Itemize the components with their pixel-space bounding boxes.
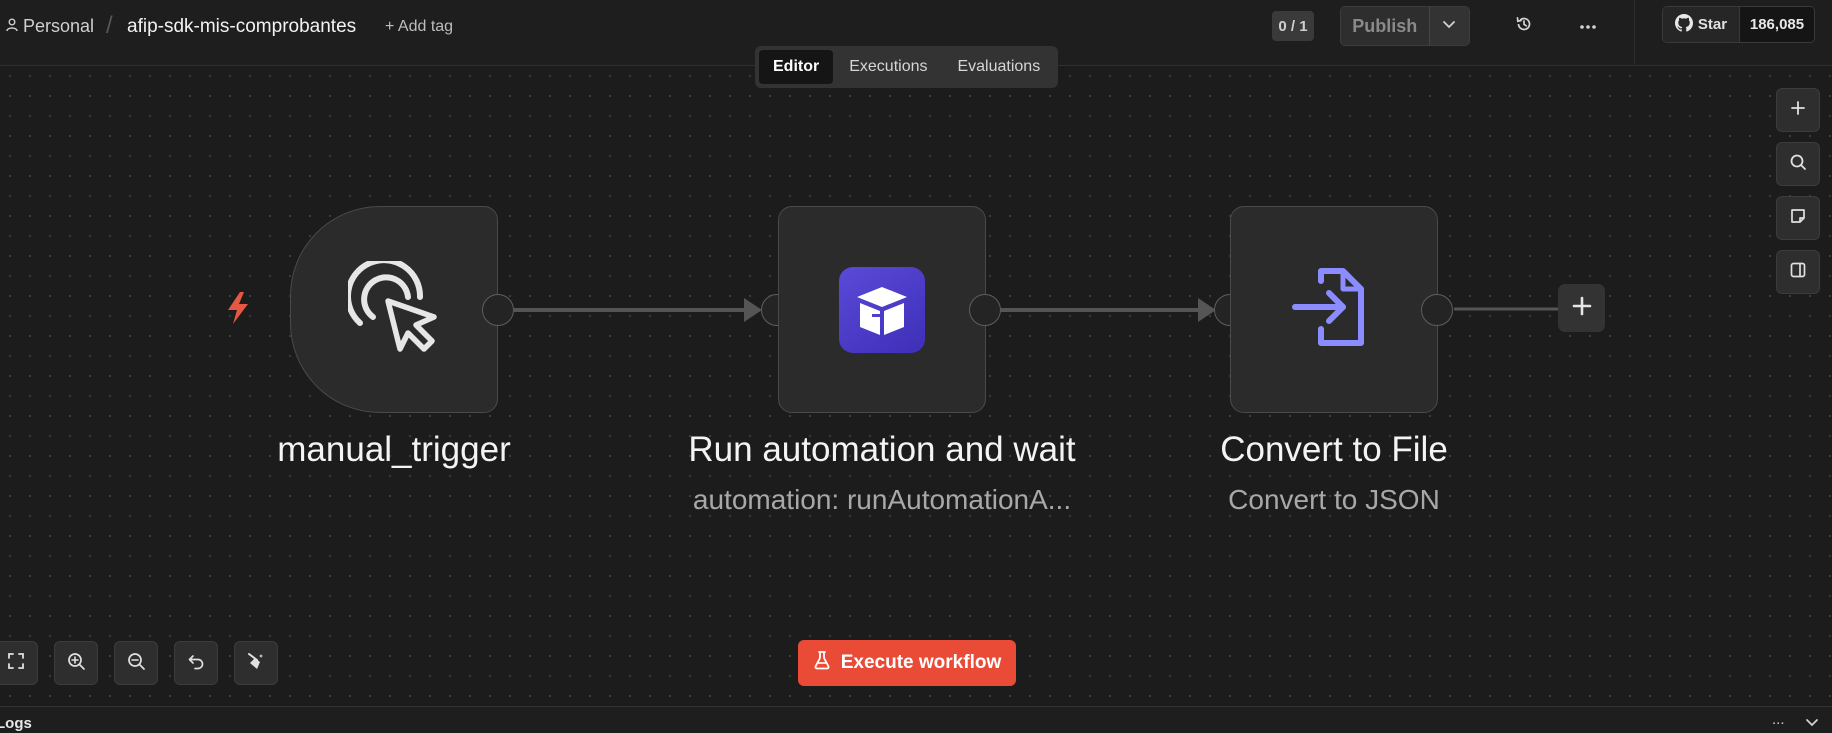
reset-zoom-button[interactable] (174, 641, 218, 685)
tab-executions[interactable]: Executions (835, 50, 941, 84)
github-star-widget[interactable]: Star 186,085 (1662, 6, 1815, 43)
broom-icon (246, 651, 266, 676)
tab-editor[interactable]: Editor (759, 50, 834, 84)
more-horizontal-icon (1579, 17, 1597, 35)
logs-label: Logs (0, 715, 32, 732)
file-export-icon (1291, 267, 1377, 352)
add-tag-button[interactable]: + Add tag (385, 18, 453, 36)
undo-icon (187, 652, 205, 675)
search-button[interactable] (1776, 142, 1820, 186)
maximize-icon (7, 652, 25, 675)
execute-workflow-label: Execute workflow (840, 652, 1002, 673)
node-subtitle-run-automation: automation: runAutomationA... (692, 484, 1072, 515)
node-title-manual-trigger: manual_trigger (277, 430, 511, 469)
pending-changes-counter: 0 / 1 (1272, 11, 1314, 41)
box-icon (839, 266, 925, 353)
output-handle-run-automation[interactable] (969, 294, 1001, 326)
output-handle-manual-trigger[interactable] (482, 294, 514, 326)
breadcrumb-personal-label: Personal (23, 16, 95, 36)
plus-icon (1571, 295, 1593, 322)
node-subtitle-convert-to-file: Convert to JSON (1228, 484, 1440, 515)
github-star-count[interactable]: 186,085 (1740, 7, 1814, 42)
zoom-in-button[interactable] (54, 641, 98, 685)
trigger-bolt-icon (222, 290, 254, 331)
header-divider (1634, 0, 1635, 64)
more-options-button[interactable] (1576, 14, 1600, 38)
node-convert-to-file[interactable] (1230, 206, 1438, 413)
github-star-button[interactable]: Star (1663, 7, 1740, 42)
open-nodes-panel-button[interactable] (1776, 88, 1820, 132)
view-tabs: Editor Executions Evaluations (755, 46, 1058, 88)
node-run-automation[interactable] (778, 206, 986, 413)
chevron-down-icon (1442, 17, 1456, 35)
logs-toggle-button[interactable] (1805, 715, 1819, 733)
github-star-label: Star (1697, 16, 1728, 33)
logs-panel-bar[interactable]: Logs ... (0, 706, 1832, 732)
output-handle-convert-to-file[interactable] (1421, 294, 1453, 326)
node-title-run-automation: Run automation and wait (688, 430, 1076, 469)
breadcrumb-separator: / (106, 12, 113, 39)
execute-workflow-button[interactable]: Execute workflow (798, 640, 1016, 686)
history-icon (1515, 15, 1533, 38)
workflow-name[interactable]: afip-sdk-mis-comprobantes (127, 16, 356, 38)
zoom-out-icon (126, 651, 146, 676)
publish-dropdown-button[interactable] (1428, 7, 1469, 45)
publish-button-group: Publish (1340, 6, 1470, 46)
search-icon (1789, 153, 1807, 176)
user-icon (6, 16, 18, 37)
flask-icon (813, 650, 831, 676)
chevron-down-icon (1805, 715, 1819, 732)
zoom-out-button[interactable] (114, 641, 158, 685)
history-button[interactable] (1512, 14, 1536, 38)
add-next-node-button[interactable] (1558, 284, 1605, 332)
zoom-in-icon (66, 651, 86, 676)
tidy-up-button[interactable] (234, 641, 278, 685)
plus-icon (1790, 100, 1806, 121)
node-title-convert-to-file: Convert to File (1220, 430, 1448, 469)
toggle-side-panel-button[interactable] (1776, 250, 1820, 294)
panel-right-icon (1789, 261, 1807, 284)
sticky-note-icon (1789, 207, 1807, 230)
fit-to-view-button[interactable] (0, 641, 38, 685)
breadcrumb-personal[interactable]: Personal (6, 16, 94, 37)
cursor-click-icon (345, 257, 440, 358)
logs-more-button[interactable]: ... (1772, 711, 1785, 728)
github-icon (1674, 13, 1693, 36)
tab-evaluations[interactable]: Evaluations (943, 50, 1054, 84)
node-manual-trigger[interactable] (290, 206, 498, 413)
add-sticky-note-button[interactable] (1776, 196, 1820, 240)
publish-button[interactable]: Publish (1341, 7, 1429, 45)
